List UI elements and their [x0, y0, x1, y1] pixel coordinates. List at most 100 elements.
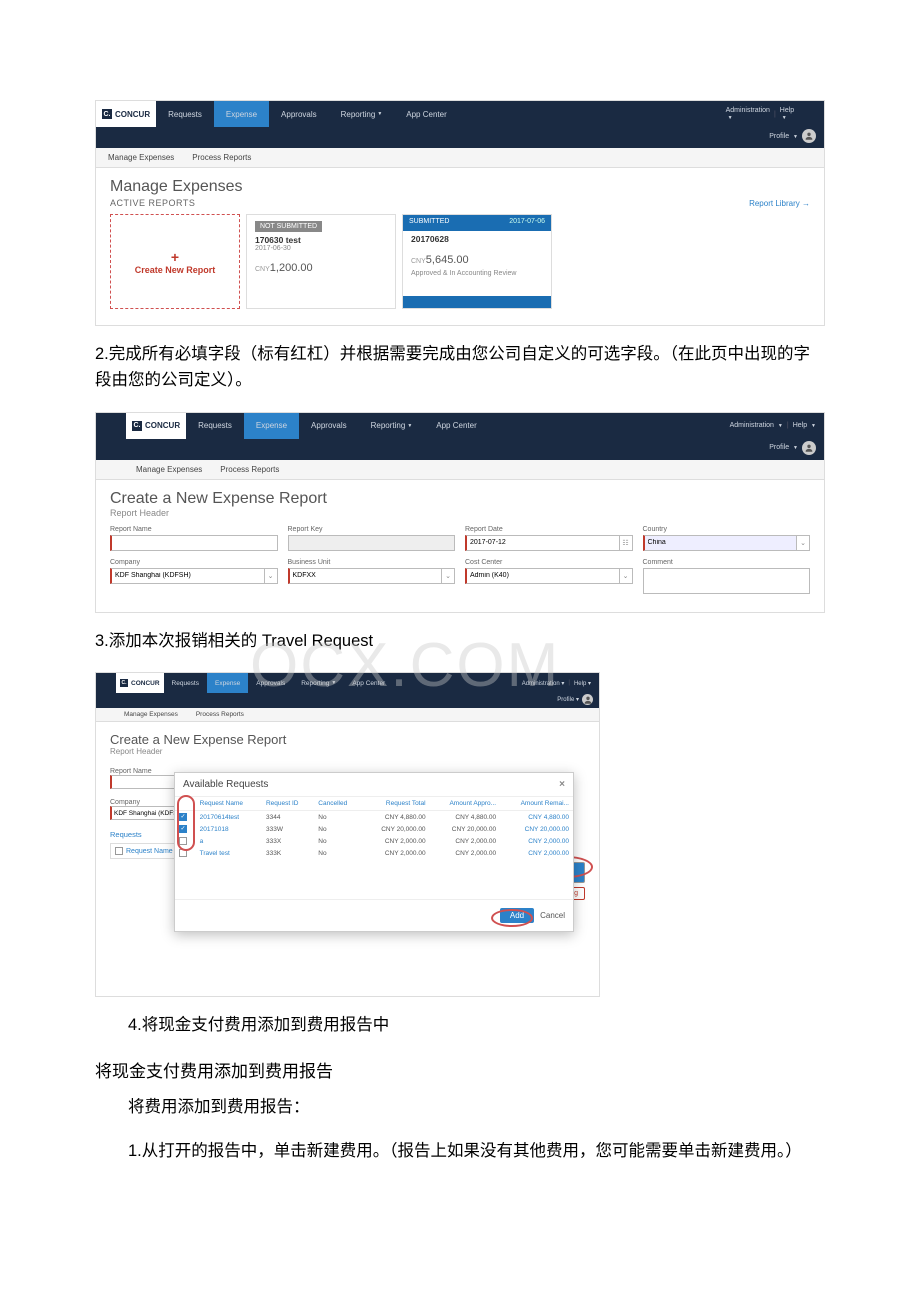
calendar-icon[interactable]: ☷ [620, 535, 633, 551]
table-row[interactable]: a333XNo CNY 2,000.00CNY 2,000.00CNY 2,00… [175, 835, 573, 847]
chevron-down-icon[interactable]: ⌄ [620, 568, 633, 584]
nav-approvals[interactable]: Approvals [269, 101, 329, 127]
status-badge: NOT SUBMITTED [255, 221, 322, 232]
nav-help[interactable]: Help ▼ [793, 422, 816, 429]
highlight-circle [177, 795, 195, 851]
subnav-manage-expenses[interactable]: Manage Expenses [124, 711, 178, 718]
section-line-2: 1.从打开的报告中，单击新建费用。（报告上如果没有其他费用，您可能需要单击新建费… [95, 1138, 825, 1164]
concur-logo[interactable]: C.CONCUR [116, 673, 164, 693]
subnav-manage-expenses[interactable]: Manage Expenses [136, 465, 202, 474]
table-header[interactable]: Amount Remai... [500, 797, 573, 811]
available-requests-modal: Available Requests × Request NameRequest… [174, 772, 574, 932]
nav-administration[interactable]: Administration ▾ [522, 680, 565, 687]
requests-table: Request NameRequest IDCancelledRequest T… [175, 796, 573, 859]
subnav-manage-expenses[interactable]: Manage Expenses [108, 153, 174, 162]
page-title: Create a New Expense Report [110, 490, 810, 508]
report-card-not-submitted[interactable]: NOT SUBMITTED 170630 test 2017-06-30 CNY… [246, 214, 396, 309]
nav-administration[interactable]: Administration ▼ [730, 422, 783, 429]
top-nav: C.CONCUR Requests Expense Approvals Repo… [96, 413, 824, 439]
nav-app-center[interactable]: App Center [344, 673, 393, 693]
nav-reporting[interactable]: Reporting▼ [329, 101, 395, 127]
business-unit-select[interactable] [288, 568, 443, 584]
report-key-field: Report Key [288, 526, 456, 551]
plus-icon: + [171, 249, 179, 265]
modal-title: Available Requests [183, 779, 268, 790]
screenshot-available-requests: C.CONCUR Requests Expense Approvals Repo… [95, 672, 600, 997]
avatar-icon[interactable] [802, 129, 816, 143]
table-header[interactable]: Amount Appro... [430, 797, 501, 811]
instruction-4: 4.将现金支付费用添加到费用报告中 [95, 1012, 825, 1038]
report-header-label: Report Header [110, 747, 585, 756]
top-nav: C.CONCUR Requests Expense Approvals Repo… [96, 101, 824, 127]
nav-expense[interactable]: Expense [214, 101, 269, 127]
report-date-field: Report Date ☷ [465, 526, 633, 551]
comment-input[interactable] [643, 568, 811, 594]
section-line-1: 将费用添加到费用报告： [95, 1094, 825, 1120]
sub-nav: Manage Expenses Process Reports [96, 148, 824, 168]
active-reports-label: ACTIVE REPORTS [110, 198, 195, 208]
instruction-2: 2.完成所有必填字段（标有红杠）并根据需要完成由您公司自定义的可选字段。（在此页… [95, 341, 825, 394]
report-card-submitted[interactable]: SUBMITTED 2017-07-06 20170628 CNY5,645.0… [402, 214, 552, 309]
business-unit-field: Business Unit ⌄ [288, 559, 456, 594]
section-heading: 将现金支付费用添加到费用报告 [95, 1057, 825, 1082]
subnav-process-reports[interactable]: Process Reports [192, 153, 251, 162]
concur-logo[interactable]: C.CONCUR [126, 413, 186, 439]
instruction-3: 3.添加本次报销相关的 Travel Request [95, 628, 825, 654]
nav-reporting[interactable]: Reporting▼ [293, 673, 344, 693]
nav-approvals[interactable]: Approvals [248, 673, 293, 693]
avatar-icon[interactable] [582, 694, 593, 705]
chevron-down-icon[interactable]: ⌄ [265, 568, 278, 584]
nav-expense[interactable]: Expense [207, 673, 248, 693]
avatar-icon[interactable] [802, 441, 816, 455]
company-select[interactable] [110, 568, 265, 584]
sub-nav: Manage Expenses Process Reports [96, 460, 824, 480]
cost-center-field: Cost Center ⌄ [465, 559, 633, 594]
nav-profile[interactable]: Profile ▾ [557, 696, 579, 703]
create-new-report-card[interactable]: + Create New Report [110, 214, 240, 309]
comment-field: Comment [643, 559, 811, 594]
table-header[interactable]: Cancelled [314, 797, 362, 811]
page-title: Create a New Expense Report [110, 732, 585, 747]
nav-requests[interactable]: Requests [186, 413, 244, 439]
nav-reporting[interactable]: Reporting▼ [359, 413, 425, 439]
report-date-input[interactable] [465, 535, 620, 551]
nav-help[interactable]: Help ▾ [574, 680, 591, 687]
table-header[interactable]: Request Name [196, 797, 262, 811]
page-title: Manage Expenses [110, 178, 810, 196]
nav-app-center[interactable]: App Center [394, 101, 458, 127]
sub-nav: Manage Expenses Process Reports [96, 708, 599, 722]
close-icon[interactable]: × [559, 779, 565, 790]
nav-requests[interactable]: Requests [164, 673, 207, 693]
cost-center-select[interactable] [465, 568, 620, 584]
chevron-down-icon[interactable]: ⌄ [442, 568, 455, 584]
report-header-label: Report Header [110, 508, 810, 518]
subnav-process-reports[interactable]: Process Reports [196, 711, 244, 718]
nav-administration[interactable]: Administration ▼ [726, 107, 770, 121]
company-field: Company ⌄ [110, 559, 278, 594]
nav-approvals[interactable]: Approvals [299, 413, 359, 439]
concur-logo[interactable]: C.CONCUR [96, 101, 156, 127]
screenshot-manage-expenses: C.CONCUR Requests Expense Approvals Repo… [95, 100, 825, 326]
table-row[interactable]: 20170614test3344No CNY 4,880.00CNY 4,880… [175, 811, 573, 824]
table-row[interactable]: Travel test333KNo CNY 2,000.00CNY 2,000.… [175, 847, 573, 859]
table-header[interactable]: Request ID [262, 797, 314, 811]
modal-cancel-button[interactable]: Cancel [540, 908, 565, 923]
report-library-link[interactable]: Report Library → [749, 199, 810, 208]
chevron-down-icon[interactable]: ⌄ [797, 535, 810, 551]
nav-app-center[interactable]: App Center [424, 413, 488, 439]
report-name-input[interactable] [110, 535, 278, 551]
nav-help[interactable]: Help ▼ [780, 107, 794, 121]
top-nav: C.CONCUR Requests Expense Approvals Repo… [96, 673, 599, 693]
subnav-process-reports[interactable]: Process Reports [220, 465, 279, 474]
report-key-input[interactable] [288, 535, 456, 551]
country-select[interactable] [643, 535, 798, 551]
nav-expense[interactable]: Expense [244, 413, 299, 439]
screenshot-create-report: C.CONCUR Requests Expense Approvals Repo… [95, 412, 825, 613]
status-badge: SUBMITTED [409, 218, 449, 225]
country-field: Country ⌄ [643, 526, 811, 551]
nav-profile[interactable]: Profile ▼ [769, 133, 798, 140]
nav-profile[interactable]: Profile ▼ [769, 444, 798, 451]
nav-requests[interactable]: Requests [156, 101, 214, 127]
table-row[interactable]: 20171018333WNo CNY 20,000.00CNY 20,000.0… [175, 823, 573, 835]
table-header[interactable]: Request Total [362, 797, 430, 811]
